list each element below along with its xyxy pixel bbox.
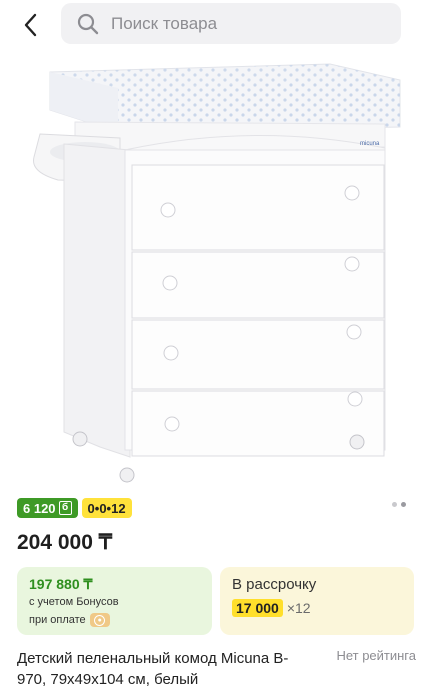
changing-dresser-illustration: micuna: [33, 63, 401, 483]
installment-title: В рассрочку: [232, 576, 317, 593]
rating-status[interactable]: Нет рейтинга: [336, 648, 416, 663]
search-placeholder[interactable]: Поиск товара: [111, 14, 217, 34]
gallery-pagination[interactable]: [392, 502, 406, 507]
svg-text:micuna: micuna: [360, 141, 380, 147]
installment-badge: 0•0•12: [81, 498, 132, 518]
bonus-note-line2: при оплате: [29, 614, 86, 626]
bonus-badge-amount: 6 120: [23, 500, 56, 516]
bonus-icon: б: [58, 501, 72, 515]
product-title: Детский пеленальный комод Micuna B-970, …: [17, 650, 289, 688]
back-button[interactable]: [14, 8, 48, 42]
installment-card[interactable]: В рассрочку 17 000 ×12: [220, 567, 414, 635]
product-image[interactable]: micuna: [0, 52, 431, 492]
bonus-price-card[interactable]: 197 880 ₸ с учетом Бонусов при оплате ●: [17, 567, 212, 635]
bonus-note-line2-row: при оплате ●: [29, 613, 110, 627]
chevron-left-icon: [24, 13, 37, 37]
bonus-note-line1: с учетом Бонусов: [29, 596, 119, 608]
gallery-dot-2[interactable]: [401, 502, 406, 507]
top-bar: Поиск товара: [0, 0, 431, 50]
installment-months: ×12: [286, 600, 311, 616]
installment-monthly: 17 000: [232, 599, 283, 617]
bonus-price-amount: 197 880 ₸: [29, 576, 93, 592]
installment-row: 17 000 ×12: [232, 599, 311, 617]
search-icon: [77, 12, 101, 36]
product-badges: 6 120 б 0•0•12: [17, 498, 132, 518]
gallery-dot-1[interactable]: [392, 502, 397, 507]
search-bar[interactable]: Поиск товара: [61, 3, 401, 44]
bonus-coin-icon: ●: [89, 613, 110, 627]
product-price: 204 000 ₸: [17, 531, 113, 554]
bonus-badge: 6 120 б: [17, 498, 78, 518]
